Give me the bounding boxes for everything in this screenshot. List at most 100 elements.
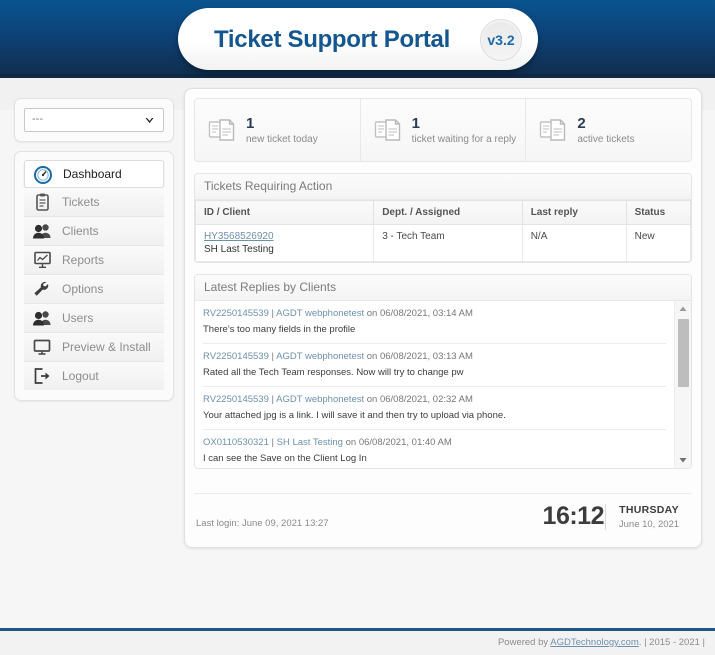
cell-last-reply: N/A [521, 224, 627, 262]
version-badge-label: v3.2 [487, 32, 515, 48]
reply-client-link[interactable]: AGDT webphonetest [276, 351, 364, 362]
sidebar-nav: Dashboard Tickets Clients Reports Option… [14, 151, 174, 401]
sidebar-item-label: Tickets [62, 195, 100, 209]
stat-active-tickets: 2 active tickets [526, 99, 691, 161]
cell-dept: 3 - Tech Team [373, 224, 523, 262]
sidebar-item-tickets[interactable]: Tickets [24, 188, 164, 217]
scrollbar-thumb[interactable] [678, 319, 689, 387]
version-badge: v3.2 [480, 19, 522, 61]
client-select-panel: --- [14, 98, 174, 142]
presentation-chart-icon [31, 250, 53, 270]
cell-id-client: HY3568526920 SH Last Testing [195, 224, 375, 262]
documents-icon [207, 117, 237, 143]
reply-ticket-id-link[interactable]: RV2250145539 [203, 394, 269, 405]
panel-footer: Last login: June 09, 2021 13:27 16:12 TH… [194, 493, 692, 538]
section-title: Latest Replies by Clients [195, 275, 691, 301]
reply-client-link[interactable]: AGDT webphonetest [276, 308, 364, 319]
status-badge: New [625, 224, 691, 262]
reply-meta: OX0110530321 | SH Last Testing on 06/08/… [203, 437, 666, 449]
footer-link[interactable]: AGDTechnology.com [550, 637, 639, 648]
reply-timestamp: on 06/08/2021, 02:32 AM [366, 394, 473, 405]
date-block: THURSDAY June 10, 2021 [605, 504, 686, 530]
reply-text: Your attached jpg is a link. I will save… [203, 410, 506, 421]
reply-meta: RV2250145539 | AGDT webphonetest on 06/0… [203, 351, 666, 363]
stat-label: new ticket today [246, 133, 318, 145]
sidebar-item-preview-install[interactable]: Preview & Install [24, 333, 164, 362]
replies-body: RV2250145539 | AGDT webphonetest on 06/0… [195, 301, 691, 468]
tickets-table: ID / Client Dept. / Assigned Last reply … [195, 200, 691, 262]
list-item: RV2250145539 | AGDT webphonetest on 06/0… [203, 301, 666, 344]
reply-separator: | [271, 437, 274, 448]
clock-time: 16:12 [542, 502, 605, 530]
scroll-down-arrow-icon[interactable] [675, 452, 691, 468]
last-login-text: Last login: June 09, 2021 13:27 [196, 518, 329, 529]
column-header-id-client: ID / Client [195, 200, 375, 225]
sidebar-item-options[interactable]: Options [24, 275, 164, 304]
sidebar-item-reports[interactable]: Reports [24, 246, 164, 275]
sidebar-item-users[interactable]: Users [24, 304, 164, 333]
sidebar: --- Dashboard Tickets Clients Reports Op… [14, 98, 174, 401]
table-row: HY3568526920 SH Last Testing 3 - Tech Te… [195, 224, 691, 262]
column-header-last-reply: Last reply [521, 200, 627, 225]
main-panel: 1 new ticket today 1 ticket waiting for … [184, 88, 702, 548]
logo-plate: Ticket Support Portal v3.2 [178, 8, 538, 70]
logout-icon [31, 366, 53, 386]
stat-waiting-reply: 1 ticket waiting for a reply [361, 99, 527, 161]
users-icon [31, 221, 53, 241]
tickets-requiring-action-section: Tickets Requiring Action ID / Client Dep… [194, 173, 692, 263]
column-header-status: Status [625, 200, 691, 225]
stat-value: 1 [411, 114, 421, 132]
latest-replies-section: Latest Replies by Clients RV2250145539 |… [194, 274, 692, 469]
reply-separator: | [271, 351, 274, 362]
stat-label: ticket waiting for a reply [411, 133, 517, 145]
reply-ticket-id-link[interactable]: RV2250145539 [203, 351, 269, 362]
sidebar-item-label: Preview & Install [62, 340, 151, 354]
list-item: RV2250145539 | AGDT webphonetest on 06/0… [203, 344, 666, 387]
sidebar-item-logout[interactable]: Logout [24, 362, 164, 390]
list-item: RV2250145539 | AGDT webphonetest on 06/0… [203, 387, 666, 430]
page-title: Ticket Support Portal [214, 26, 450, 53]
documents-icon [538, 117, 568, 143]
reply-client-link[interactable]: AGDT webphonetest [276, 394, 364, 405]
footer-credit: Powered by AGDTechnology.com. | 2015 - 2… [498, 637, 705, 648]
stat-new-tickets: 1 new ticket today [195, 99, 361, 161]
reply-timestamp: on 06/08/2021, 01:40 AM [345, 437, 452, 448]
sidebar-item-clients[interactable]: Clients [24, 217, 164, 246]
client-select-value: --- [32, 113, 43, 125]
scroll-up-arrow-icon[interactable] [675, 301, 691, 317]
day-date: June 10, 2021 [618, 519, 680, 530]
stat-value: 1 [246, 114, 255, 132]
day-name: THURSDAY [619, 504, 679, 516]
sidebar-item-label: Logout [62, 369, 99, 383]
sidebar-item-label: Options [62, 282, 104, 296]
reply-text: There's too many fields in the profile [203, 324, 356, 335]
replies-scrollbar[interactable] [674, 301, 691, 468]
stats-bar: 1 new ticket today 1 ticket waiting for … [194, 98, 692, 162]
sidebar-item-label: Clients [62, 224, 99, 238]
clipboard-icon [31, 192, 53, 212]
column-header-dept: Dept. / Assigned [373, 200, 523, 225]
footer-suffix: . | 2015 - 2021 | [638, 637, 705, 648]
ticket-id-link[interactable]: HY3568526920 [204, 231, 365, 242]
gauge-icon [32, 165, 54, 185]
sidebar-item-label: Users [62, 311, 94, 325]
documents-icon [373, 117, 403, 143]
wrench-icon [31, 279, 53, 299]
reply-separator: | [271, 308, 274, 319]
reply-client-link[interactable]: SH Last Testing [277, 437, 343, 448]
reply-ticket-id-link[interactable]: OX0110530321 [203, 437, 269, 448]
table-header-row: ID / Client Dept. / Assigned Last reply … [195, 200, 691, 225]
section-title: Tickets Requiring Action [195, 174, 691, 200]
sidebar-item-dashboard[interactable]: Dashboard [24, 160, 164, 188]
reply-meta: RV2250145539 | AGDT webphonetest on 06/0… [203, 394, 666, 406]
stat-label: active tickets [577, 133, 635, 145]
app-header: Ticket Support Portal v3.2 [0, 0, 715, 78]
sidebar-item-label: Reports [62, 253, 105, 267]
reply-separator: | [271, 394, 274, 405]
users-icon [31, 308, 53, 328]
replies-list: RV2250145539 | AGDT webphonetest on 06/0… [195, 301, 674, 468]
reply-ticket-id-link[interactable]: RV2250145539 [203, 308, 269, 319]
client-select[interactable]: --- [24, 108, 164, 132]
monitor-icon [31, 337, 53, 357]
chevron-down-icon [143, 114, 156, 132]
